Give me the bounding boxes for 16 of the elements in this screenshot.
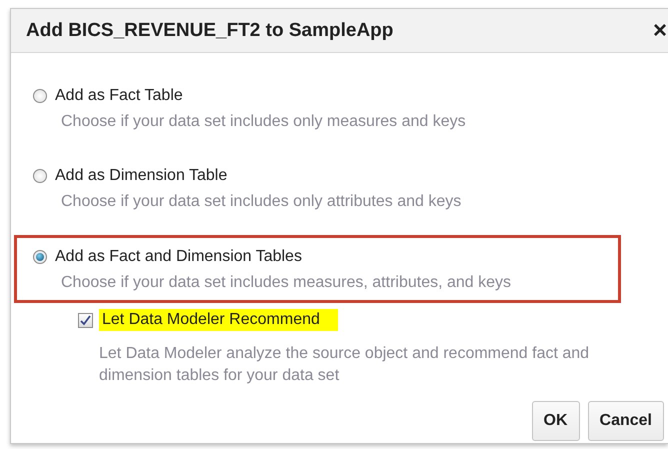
close-button[interactable]: × bbox=[652, 18, 667, 42]
checkbox-description: Let Data Modeler analyze the source object and recommend fact and dimension tables for your data set bbox=[99, 344, 590, 386]
option-description: Choose if your data set includes only measures and keys bbox=[61, 113, 467, 131]
option-label: Add as Dimension Table bbox=[55, 167, 228, 185]
radio-button[interactable] bbox=[33, 169, 47, 183]
radio-button[interactable] bbox=[33, 89, 47, 103]
checkbox-label: Let Data Modeler Recommend bbox=[99, 309, 338, 331]
radio-button[interactable] bbox=[33, 250, 47, 264]
option-label: Add as Fact and Dimension Tables bbox=[55, 248, 302, 266]
option-description: Choose if your data set includes measures, attributes, and keys bbox=[61, 274, 512, 292]
checkbox[interactable] bbox=[78, 312, 93, 328]
cancel-button[interactable]: Cancel bbox=[588, 401, 664, 441]
option-label: Add as Fact Table bbox=[55, 87, 183, 105]
ok-button[interactable]: OK bbox=[532, 401, 580, 441]
window-title: Add BICS_REVENUE_FT2 to SampleApp bbox=[26, 20, 394, 42]
option-description: Choose if your data set includes only attributes and keys bbox=[61, 193, 462, 211]
